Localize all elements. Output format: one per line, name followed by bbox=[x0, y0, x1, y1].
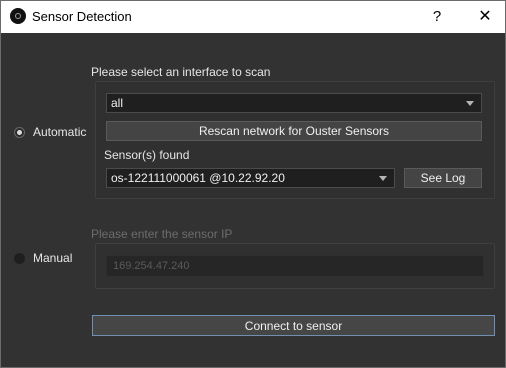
see-log-button[interactable]: See Log bbox=[404, 168, 482, 188]
interface-select-value: all bbox=[111, 96, 124, 110]
window-title: Sensor Detection bbox=[32, 9, 132, 24]
help-button[interactable]: ? bbox=[425, 1, 449, 33]
sensor-select-value: os-122111000061 @10.22.92.20 bbox=[111, 171, 285, 185]
sensor-ip-input[interactable]: 169.254.47.240 bbox=[106, 255, 484, 277]
radio-unchecked-icon[interactable] bbox=[14, 252, 25, 264]
sensor-select[interactable]: os-122111000061 @10.22.92.20 bbox=[106, 168, 395, 188]
manual-label: Manual bbox=[33, 251, 73, 265]
automatic-label: Automatic bbox=[33, 125, 87, 139]
close-icon[interactable]: ✕ bbox=[467, 1, 503, 33]
manual-radio[interactable]: Manual bbox=[14, 251, 72, 265]
chevron-down-icon bbox=[379, 176, 387, 181]
interface-prompt: Please select an interface to scan bbox=[91, 65, 271, 79]
rescan-button[interactable]: Rescan network for Ouster Sensors bbox=[106, 121, 482, 141]
ip-prompt: Please enter the sensor IP bbox=[91, 227, 233, 241]
title-bar: Sensor Detection ? ✕ bbox=[1, 1, 505, 33]
radio-checked-icon[interactable] bbox=[14, 126, 25, 138]
sensors-found-label: Sensor(s) found bbox=[104, 148, 190, 162]
automatic-group: all Rescan network for Ouster Sensors Se… bbox=[95, 81, 495, 199]
manual-group: 169.254.47.240 bbox=[95, 243, 495, 289]
interface-select[interactable]: all bbox=[106, 93, 482, 113]
sensor-detection-dialog: Sensor Detection ? ✕ Please select an in… bbox=[0, 0, 506, 368]
dialog-content: Please select an interface to scan Autom… bbox=[1, 33, 505, 367]
automatic-radio[interactable]: Automatic bbox=[14, 125, 86, 139]
connect-button[interactable]: Connect to sensor bbox=[92, 315, 495, 336]
chevron-down-icon bbox=[466, 101, 474, 106]
app-icon bbox=[10, 8, 26, 24]
